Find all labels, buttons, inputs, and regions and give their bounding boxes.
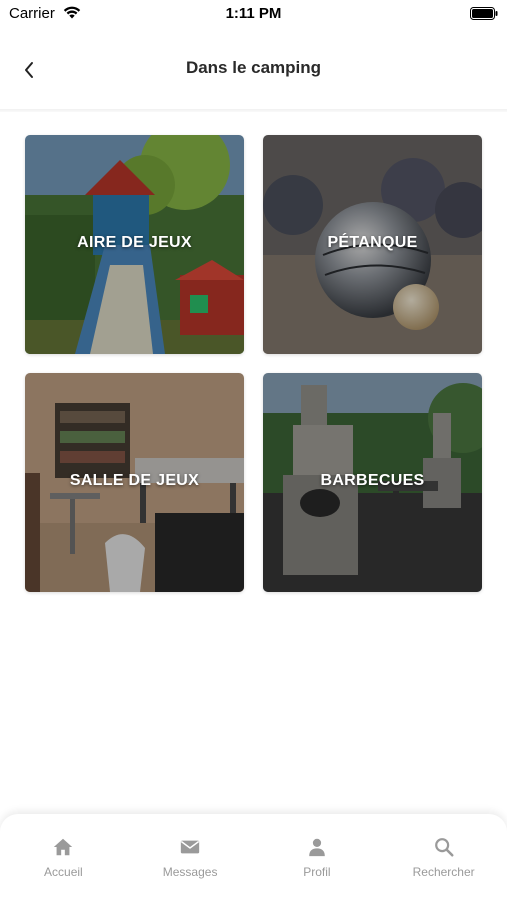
tile-label: AIRE DE JEUX	[77, 234, 192, 251]
home-icon	[54, 838, 73, 856]
tab-label: Rechercher	[412, 865, 475, 879]
tab-accueil[interactable]: Accueil	[0, 814, 127, 900]
tile-label: SALLE DE JEUX	[69, 472, 200, 489]
tab-label: Profil	[303, 865, 331, 879]
page-title: Dans le camping	[185, 58, 322, 77]
status-bar: Carrier 1:11 PM	[0, 0, 507, 28]
tile-barbecues[interactable]: BARBECUES	[263, 373, 482, 592]
tile-petanque[interactable]: PÉTANQUE	[263, 135, 482, 354]
tile-label: BARBECUES	[320, 472, 425, 489]
tab-profil[interactable]: Profil	[254, 814, 381, 900]
envelope-icon	[180, 840, 200, 854]
screen: Carrier 1:11 PM Dans le camping AIRE DE …	[0, 0, 507, 900]
tab-messages[interactable]: Messages	[127, 814, 254, 900]
header-divider	[0, 109, 507, 112]
nav-header: Dans le camping	[0, 44, 507, 96]
tab-rechercher[interactable]: Rechercher	[380, 814, 507, 900]
tile-aire-de-jeux[interactable]: AIRE DE JEUX	[25, 135, 244, 354]
tab-bar: Accueil Messages Profil Rechercher	[0, 814, 507, 900]
tile-label: PÉTANQUE	[327, 234, 418, 251]
search-icon	[434, 838, 454, 857]
tab-label: Messages	[162, 865, 218, 879]
tab-label: Accueil	[44, 865, 83, 879]
tile-salle-de-jeux[interactable]: SALLE DE JEUX	[25, 373, 244, 592]
user-icon	[309, 838, 325, 857]
battery-icon	[470, 7, 498, 20]
status-time: 1:11 PM	[225, 5, 282, 22]
